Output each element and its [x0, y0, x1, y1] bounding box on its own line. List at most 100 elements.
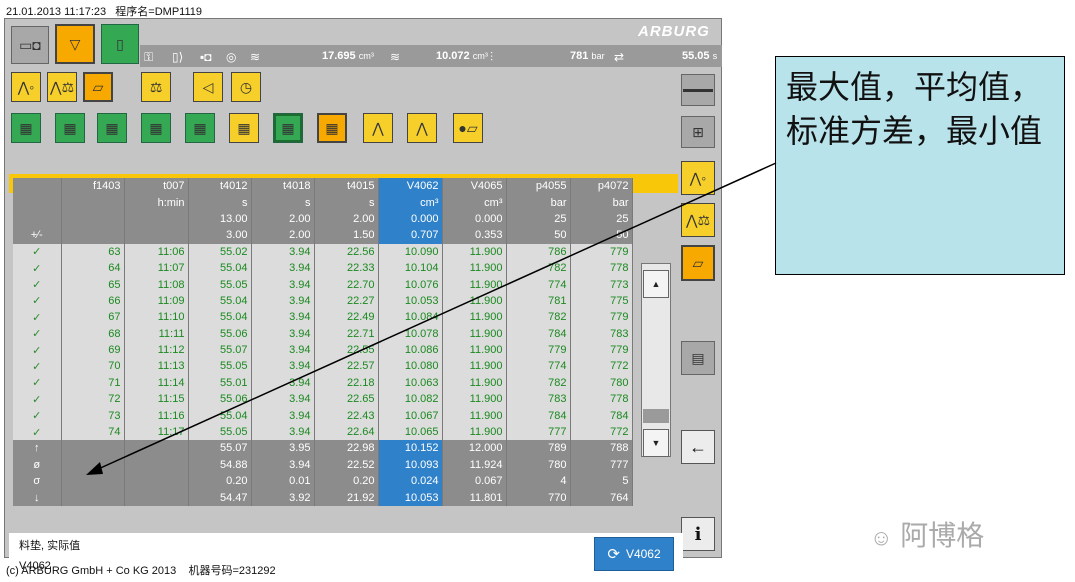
tolerance-upper-row-cell	[61, 210, 125, 228]
table-row-cell: 3.94	[251, 374, 315, 392]
clock-button[interactable]: ◷	[231, 72, 261, 102]
scroll-down-button[interactable]: ▼	[643, 429, 669, 457]
table-row-cell: 74	[61, 423, 125, 441]
record-button-3[interactable]: ▦	[97, 113, 127, 143]
tolerance-upper-row-cell: 0.000	[442, 210, 507, 228]
table-row-cell: 22.70	[314, 276, 379, 293]
tolerance-upper-row-cell	[124, 210, 189, 228]
table-row[interactable]: ✓ 71 11:14 55.01 3.94 22.18 10.063 11.900 782 780	[13, 374, 633, 392]
scroll-thumb[interactable]	[643, 409, 669, 423]
scroll-up-button[interactable]: ▲	[643, 270, 669, 298]
tolerance-lower-row-cell: 1.50	[314, 227, 379, 244]
record-button-1[interactable]: ▦	[11, 113, 41, 143]
table-row-cell: 3.94	[251, 341, 315, 359]
watermark-text: 阿博格	[900, 520, 985, 551]
network-icon: ⊞	[692, 124, 704, 140]
table-row-cell: ✓	[13, 276, 62, 293]
side-curve-button[interactable]: ⋀◦	[681, 161, 715, 195]
table-row-cell: 778	[570, 391, 633, 408]
stats-row-cell: 4	[506, 473, 571, 490]
network-button[interactable]: ⊞	[681, 116, 715, 148]
table-row-cell: 10.078	[378, 325, 443, 342]
curve-button[interactable]: ⋀◦	[11, 72, 41, 102]
stats-row-cell: σ	[13, 473, 62, 490]
unit-row-cell: cm³	[378, 194, 443, 211]
stats-row-cell: 54.47	[188, 489, 252, 506]
table-scrollbar[interactable]: ▲ ▼	[641, 263, 671, 457]
table-row-cell: 55.06	[188, 325, 252, 342]
stats-row-cell: 3.95	[251, 440, 315, 457]
stats-row: ↑ 55.07 3.95 22.98 10.152 12.000 789 788	[13, 440, 633, 457]
record-button-5[interactable]: ▦	[185, 113, 215, 143]
curve-compare-button[interactable]: ⋀⚖	[47, 72, 77, 102]
table-row-cell: 10.080	[378, 358, 443, 375]
curve-compare-icon: ⋀⚖	[685, 212, 711, 228]
tolerance-upper-row-cell: 0.000	[378, 210, 443, 228]
stats-row-cell: 10.053	[378, 489, 443, 506]
table-row-cell: 784	[506, 325, 571, 342]
table-2-button[interactable]: ▦	[317, 113, 347, 143]
door-button[interactable]: ▯	[101, 24, 139, 64]
table-row[interactable]: ✓ 66 11:09 55.04 3.94 22.27 10.053 11.900 781 775	[13, 292, 633, 310]
robot-icon: ▪◘	[200, 50, 212, 64]
table-1-button[interactable]: ▦	[229, 113, 259, 143]
table-row[interactable]: ✓ 65 11:08 55.05 3.94 22.70 10.076 11.900 774 773	[13, 276, 633, 293]
table-row-cell: 11.900	[442, 391, 507, 408]
record-icon: ▦	[281, 120, 295, 136]
table-row-cell: 3.94	[251, 325, 315, 342]
marker-button[interactable]: ●▱	[453, 113, 483, 143]
back-button[interactable]: ←	[681, 430, 715, 464]
side-curve-compare-button[interactable]: ⋀⚖	[681, 203, 715, 237]
stats-row-cell: ø	[13, 456, 62, 474]
table-row-cell: 22.55	[314, 341, 379, 359]
pressure-icon: ⫶	[490, 50, 494, 64]
stats-row: ↓ 54.47 3.92 21.92 10.053 11.801 770 764	[13, 489, 633, 506]
stats-row-cell: 777	[570, 456, 633, 474]
table-row[interactable]: ✓ 74 11:17 55.05 3.94 22.64 10.065 11.900 777 772	[13, 423, 633, 441]
tolerance-upper-row-cell: 13.00	[188, 210, 252, 228]
info-button[interactable]: i	[681, 517, 715, 551]
table-row-cell: 10.065	[378, 423, 443, 441]
table-row[interactable]: ✓ 64 11:07 55.04 3.94 22.33 10.104 11.900 782 778	[13, 259, 633, 277]
table-row[interactable]: ✓ 67 11:10 55.04 3.94 22.49 10.084 11.900 782 779	[13, 309, 633, 326]
stats-row: σ 0.20 0.01 0.20 0.024 0.067 4 5	[13, 473, 633, 490]
curve-2-button[interactable]: ⋀	[407, 113, 437, 143]
table-row[interactable]: ✓ 69 11:12 55.07 3.94 22.55 10.086 11.900 779 779	[13, 341, 633, 359]
stats-row-cell	[124, 456, 189, 474]
copyright: (c) ARBURG GmbH + Co KG 2013	[6, 565, 177, 577]
table-row-cell: 781	[506, 292, 571, 310]
table-row-cell: 11:09	[124, 292, 189, 310]
table-row[interactable]: ✓ 72 11:15 55.06 3.94 22.65 10.082 11.900 783 778	[13, 391, 633, 408]
table-row[interactable]: ✓ 70 11:13 55.05 3.94 22.57 10.080 11.900 774 772	[13, 358, 633, 375]
message-button[interactable]: ▤	[681, 341, 715, 375]
stats-row-cell	[61, 456, 125, 474]
table-row-cell: 11:08	[124, 276, 189, 293]
table-row[interactable]: ✓ 73 11:16 55.04 3.94 22.43 10.067 11.900 784 784	[13, 407, 633, 424]
record-button-2[interactable]: ▦	[55, 113, 85, 143]
balance-button[interactable]: ⚖	[141, 72, 171, 102]
curve-1-button[interactable]: ⋀	[363, 113, 393, 143]
v4062-button[interactable]: ⟳ V4062	[594, 537, 674, 571]
table-row-cell: ✓	[13, 423, 62, 441]
table-row-cell: 11.900	[442, 259, 507, 277]
nozzle-button[interactable]: ▽	[55, 24, 95, 64]
tolerance-lower-row-cell: 0.707	[378, 227, 443, 244]
table-row[interactable]: ✓ 68 11:11 55.06 3.94 22.71 10.078 11.900 784 783	[13, 325, 633, 342]
machine-mode-button[interactable]: ▭◘	[11, 26, 49, 64]
record-button-6[interactable]: ▦	[273, 113, 303, 143]
status-lights-button[interactable]: ▬▬▬	[681, 74, 715, 106]
unit-row-cell: s	[188, 194, 252, 211]
table-row[interactable]: ✓ 63 11:06 55.02 3.94 22.56 10.090 11.900 786 779	[13, 243, 633, 260]
table-row-cell: 22.64	[314, 423, 379, 441]
document-button[interactable]: ▱	[83, 72, 113, 102]
dosing-icon: ≋	[390, 50, 401, 64]
header-row-cell: t4018	[251, 178, 315, 195]
annotation-callout: 最大值，平均值，标准方差，最小值	[775, 56, 1065, 275]
table-row-cell: 11:11	[124, 325, 189, 342]
side-document-button[interactable]: ▱	[681, 245, 715, 281]
table-row-cell: 11:15	[124, 391, 189, 408]
angle-button[interactable]: ◁	[193, 72, 223, 102]
stats-row-cell: 0.20	[188, 473, 252, 490]
record-button-4[interactable]: ▦	[141, 113, 171, 143]
stats-row-cell: 12.000	[442, 440, 507, 457]
